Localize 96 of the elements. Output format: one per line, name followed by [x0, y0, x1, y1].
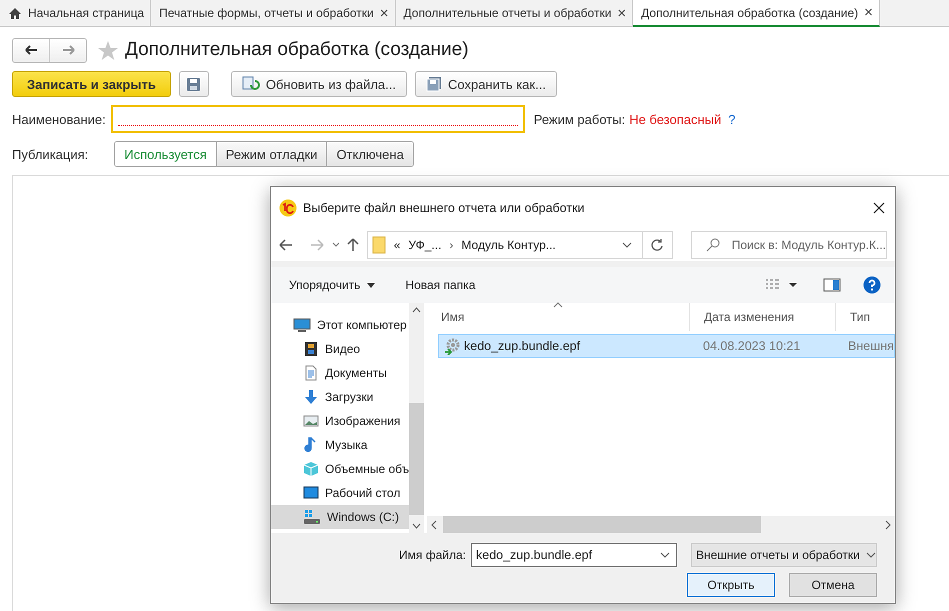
nav-item[interactable]: Объемные объ: [271, 457, 410, 481]
nav-item-label: Загрузки: [325, 390, 374, 404]
file-name: kedo_zup.bundle.epf: [464, 339, 582, 353]
folder-icon: [372, 236, 386, 254]
close-icon[interactable]: ×: [380, 4, 389, 22]
file-type: Внешня: [848, 339, 894, 353]
help-icon[interactable]: [863, 276, 881, 294]
nav-item[interactable]: Видео: [271, 337, 410, 361]
file-type-dropdown[interactable]: Внешние отчеты и обработки: [691, 543, 877, 567]
nav-item-label: Объемные объ: [325, 462, 410, 476]
view-options-icon[interactable]: [765, 279, 799, 291]
tab-label: Дополнительные отчеты и обработки: [404, 6, 612, 20]
file-date: 04.08.2023 10:21: [703, 339, 802, 353]
nav-item-label: Документы: [325, 366, 387, 380]
open-button[interactable]: Открыть: [687, 573, 775, 597]
refresh-button[interactable]: [642, 231, 673, 259]
nav-item[interactable]: Windows (C:): [271, 505, 410, 529]
chevron-down-icon[interactable]: [332, 242, 340, 248]
file-row[interactable]: kedo_zup.bundle.epf 04.08.2023 10:21 Внешня: [438, 334, 895, 358]
tab-label: Печатные формы, отчеты и обработки: [159, 6, 374, 20]
publication-option[interactable]: Режим отладки: [216, 142, 326, 166]
home-icon: [8, 6, 22, 20]
form-title: Дополнительная обработка (создание): [125, 39, 469, 61]
downloads-icon: [303, 389, 319, 405]
field-label: Публикация:: [12, 146, 88, 162]
floppy-disks-icon: [426, 76, 442, 92]
tab-label: Начальная страница: [28, 6, 144, 20]
images-icon: [303, 413, 319, 429]
nav-item[interactable]: Этот компьютер: [271, 313, 410, 337]
new-folder-button[interactable]: Новая папка: [405, 278, 476, 292]
search-field[interactable]: Поиск в: Модуль Контур.К...: [690, 231, 887, 259]
nav-item-label: Изображения: [325, 414, 400, 428]
field-label: Режим работы:: [534, 112, 626, 126]
tab[interactable]: Дополнительная обработка (создание) ×: [633, 0, 880, 27]
cancel-button[interactable]: Отмена: [789, 573, 877, 597]
drive-icon: [303, 509, 321, 525]
computer-icon: [293, 318, 311, 332]
search-icon: [706, 238, 720, 252]
column-header[interactable]: Дата изменения: [689, 303, 835, 331]
path-prefix: «: [394, 238, 400, 252]
caret-down-icon: [367, 282, 376, 288]
reload-from-file-button[interactable]: Обновить из файла...: [230, 71, 407, 97]
scrollbar[interactable]: [409, 303, 424, 533]
chevron-down-icon[interactable]: [660, 552, 670, 558]
dialog-title: Выберите файл внешнего отчета или обработки: [303, 201, 585, 215]
desktop-icon: [303, 486, 319, 500]
path-segment[interactable]: Модуль Контур...: [461, 238, 556, 252]
docs-icon: [303, 365, 319, 381]
nav-item[interactable]: Загрузки: [271, 385, 410, 409]
nav-item[interactable]: Изображения: [271, 409, 410, 433]
address-bar[interactable]: « УФ_... › Модуль Контур...: [366, 231, 644, 259]
nav-item-label: Видео: [325, 342, 360, 356]
mode-value[interactable]: Не безопасный: [629, 112, 722, 126]
nav-item[interactable]: Музыка: [271, 433, 410, 457]
nav-item-label: Этот компьютер: [317, 318, 407, 332]
chevron-down-icon[interactable]: [622, 242, 632, 248]
sort-icon: [553, 302, 563, 308]
publication-option[interactable]: Отключена: [326, 142, 413, 166]
save-as-button[interactable]: Сохранить как...: [415, 71, 557, 97]
help-link[interactable]: ?: [728, 112, 736, 126]
path-segment[interactable]: УФ_...: [408, 238, 442, 252]
path-separator: ›: [449, 238, 454, 252]
organize-menu[interactable]: Упорядочить: [289, 278, 376, 292]
field-label: Имя файла:: [399, 548, 466, 562]
name-field[interactable]: [110, 105, 525, 133]
preview-pane-icon[interactable]: [823, 278, 841, 292]
arrow-left-icon: [24, 45, 38, 55]
up-icon[interactable]: [347, 238, 359, 252]
nav-item-label: Рабочий стол: [325, 486, 400, 500]
video-icon: [303, 341, 319, 357]
nav-item-label: Музыка: [325, 438, 368, 452]
tab-label: Дополнительная обработка (создание): [641, 6, 858, 20]
save-button[interactable]: [178, 71, 209, 97]
app-logo-icon: [279, 199, 297, 217]
back-icon[interactable]: [279, 239, 292, 251]
star-icon[interactable]: [97, 40, 119, 60]
chevron-down-icon: [866, 552, 876, 558]
horizontal-scrollbar[interactable]: [427, 516, 895, 533]
column-header[interactable]: Имя: [427, 303, 689, 331]
objects3d-icon: [303, 461, 319, 477]
close-icon[interactable]: ×: [864, 4, 873, 21]
nav-item-label: Windows (C:): [327, 510, 400, 524]
column-header[interactable]: Тип: [835, 303, 895, 331]
filename-field[interactable]: kedo_zup.bundle.epf: [471, 543, 677, 567]
nav-item[interactable]: Рабочий стол: [271, 481, 410, 505]
arrow-right-icon: [62, 45, 74, 55]
field-label: Наименование:: [12, 112, 106, 126]
close-icon[interactable]: ×: [617, 4, 626, 22]
save-and-close-button[interactable]: Записать и закрыть: [12, 71, 171, 97]
tab[interactable]: Печатные формы, отчеты и обработки ×: [151, 0, 396, 26]
nav-item[interactable]: Документы: [271, 361, 410, 385]
reload-document-icon: [242, 76, 260, 92]
refresh-icon: [650, 238, 664, 252]
close-icon[interactable]: [873, 202, 885, 214]
tab[interactable]: Начальная страница: [0, 0, 152, 26]
gear-icon: [443, 338, 460, 354]
